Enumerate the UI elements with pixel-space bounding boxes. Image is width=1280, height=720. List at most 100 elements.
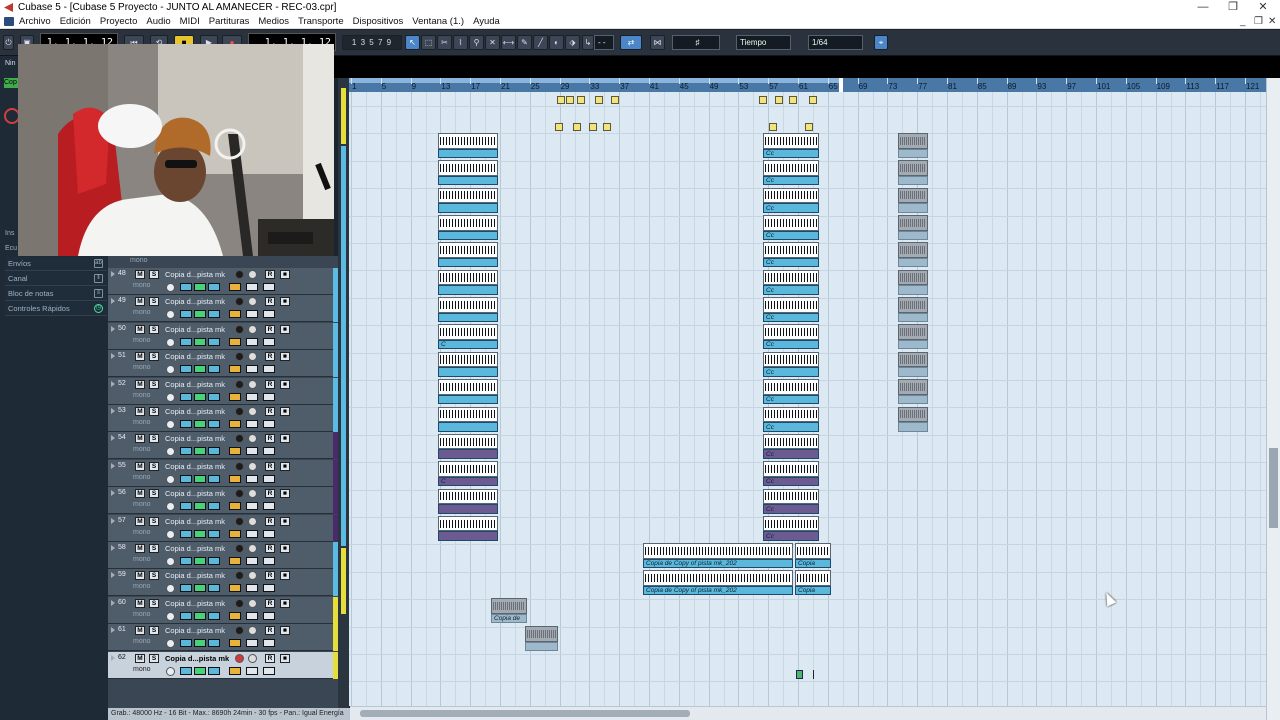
lock-icon[interactable] — [229, 420, 241, 428]
track-row[interactable]: 55 M S Copia d...pista mk R ■ mono — [108, 459, 338, 487]
track-row[interactable]: 61 M S Copia d...pista mk R ■ mono — [108, 624, 338, 652]
track-name[interactable]: Copia d...pista mk — [165, 654, 229, 663]
midi-part[interactable] — [789, 96, 797, 104]
horizontal-scrollbar[interactable] — [350, 706, 1266, 720]
snap-to-zero-icon[interactable]: ⋈ — [650, 35, 665, 50]
solo-button[interactable]: S — [149, 571, 159, 581]
lanes-icon[interactable] — [246, 666, 258, 675]
track-name[interactable]: Copia d...pista mk — [165, 571, 225, 580]
lanes-icon[interactable] — [246, 474, 258, 483]
lanes-icon[interactable] — [246, 639, 258, 648]
record-enable-icon[interactable] — [235, 407, 244, 416]
mute-tool-icon[interactable]: ✕ — [485, 35, 500, 50]
lanes-icon[interactable] — [246, 420, 258, 428]
audio-event[interactable] — [438, 187, 498, 213]
write-automation-button[interactable]: ■ — [280, 544, 290, 553]
audio-event[interactable]: Cc — [763, 215, 819, 241]
audio-event[interactable] — [898, 242, 928, 268]
write-automation-button[interactable]: ■ — [280, 324, 290, 334]
track-row[interactable]: 62 M S Copia d...pista mk R ■ mono — [108, 651, 338, 679]
midi-part[interactable] — [577, 96, 585, 104]
track-fold-icon[interactable] — [111, 271, 115, 277]
write-automation-button[interactable]: ■ — [280, 270, 290, 279]
mute-button[interactable]: M — [135, 544, 145, 553]
solo-button[interactable]: S — [149, 489, 159, 499]
midi-part[interactable] — [809, 96, 817, 104]
track-name[interactable]: Copia d...pista mk — [165, 407, 225, 416]
edit-channel-icon[interactable] — [166, 639, 175, 649]
monitor-icon[interactable] — [248, 516, 257, 526]
lanes-icon[interactable] — [246, 310, 258, 319]
record-enable-icon[interactable] — [235, 626, 244, 636]
mute-button[interactable]: M — [135, 297, 145, 307]
audio-event[interactable]: Copia de — [491, 598, 527, 623]
audio-event[interactable]: C — [438, 324, 498, 350]
midi-part[interactable] — [769, 123, 777, 131]
read-automation-button[interactable]: R — [265, 626, 275, 636]
lanes-icon[interactable] — [246, 529, 258, 538]
track-name[interactable]: Copia d...pista mk — [165, 297, 225, 306]
audio-event[interactable]: Copia de Copy of pista mk_202 — [643, 570, 793, 595]
menu-audio[interactable]: Audio — [146, 16, 170, 27]
project-arrange-window[interactable]: Cc Cc Cc Cc Cc Cc Cc C Cc Cc Cc Cc Cc C Cc Cc Cc Copia de… — [349, 92, 1266, 706]
send-icon[interactable] — [208, 447, 220, 456]
track-fold-icon[interactable] — [111, 599, 115, 606]
record-enable-icon[interactable] — [235, 653, 244, 663]
send-icon[interactable] — [208, 529, 220, 538]
monitor-icon[interactable] — [248, 626, 257, 636]
menu-transporte[interactable]: Transporte — [298, 16, 344, 27]
folder-icon[interactable] — [263, 337, 275, 346]
track-row[interactable]: 53 M S Copia d...pista mk R ■ mono — [108, 405, 338, 432]
read-automation-button[interactable]: R — [265, 324, 275, 334]
monitor-icon[interactable] — [248, 571, 257, 581]
snap-value-dropdown[interactable]: - - — [594, 35, 614, 50]
monitor-icon[interactable] — [248, 297, 257, 307]
edit-channel-icon[interactable] — [166, 529, 175, 539]
audio-event[interactable]: Cc — [763, 269, 819, 295]
record-enable-icon[interactable] — [235, 297, 244, 307]
inspector-section-notas[interactable]: Bloc de notas ≡ — [5, 287, 107, 301]
record-enable-icon[interactable] — [235, 270, 244, 279]
write-automation-button[interactable]: ■ — [280, 653, 290, 663]
read-automation-button[interactable]: R — [265, 270, 275, 279]
folder-icon[interactable] — [263, 447, 275, 456]
record-enable-icon[interactable] — [235, 544, 244, 553]
track-row[interactable]: 60 M S Copia d...pista mk R ■ mono — [108, 596, 338, 624]
send-icon[interactable] — [208, 420, 220, 428]
track-row[interactable]: 48 M S Copia d...pista mk R ■ mono — [108, 268, 338, 295]
insert-icon[interactable] — [180, 310, 192, 319]
audio-event[interactable] — [525, 626, 558, 651]
insert-icon[interactable] — [180, 529, 192, 538]
lock-icon[interactable] — [229, 557, 241, 565]
solo-button[interactable]: S — [149, 598, 159, 608]
insert-icon[interactable] — [180, 639, 192, 648]
eq-icon[interactable] — [194, 529, 206, 538]
eq-icon[interactable] — [194, 283, 206, 291]
track-fold-icon[interactable] — [111, 325, 115, 332]
monitor-icon[interactable] — [248, 434, 257, 444]
mute-button[interactable]: M — [135, 434, 145, 444]
edit-channel-icon[interactable] — [166, 557, 175, 566]
close-button[interactable]: ✕ — [1248, 0, 1278, 15]
doc-restore-icon[interactable]: ❐ — [1254, 15, 1263, 29]
eq-icon[interactable] — [194, 666, 206, 675]
track-name[interactable]: Copia d...pista mk — [165, 544, 225, 553]
eq-icon[interactable] — [194, 584, 206, 593]
inspector-section-envios[interactable]: Envíos ab — [5, 257, 107, 271]
track-row[interactable]: 51 M S Copia d...pista mk R ■ mono — [108, 350, 338, 378]
solo-button[interactable]: S — [149, 407, 159, 416]
midi-part[interactable] — [573, 123, 581, 131]
vertical-scroll-thumb[interactable] — [1269, 448, 1278, 528]
folder-icon[interactable] — [263, 666, 275, 675]
mute-button[interactable]: M — [135, 489, 145, 499]
audio-event[interactable] — [898, 406, 928, 432]
menu-medios[interactable]: Medios — [258, 16, 289, 27]
folder-icon[interactable] — [263, 474, 275, 483]
midi-part[interactable] — [589, 123, 597, 131]
edit-channel-icon[interactable] — [166, 447, 175, 457]
audio-event[interactable]: Cc — [763, 297, 819, 323]
send-icon[interactable] — [208, 310, 220, 319]
read-automation-button[interactable]: R — [265, 544, 275, 553]
send-icon[interactable] — [208, 557, 220, 565]
track-name[interactable]: Copia d...pista mk — [165, 489, 225, 498]
